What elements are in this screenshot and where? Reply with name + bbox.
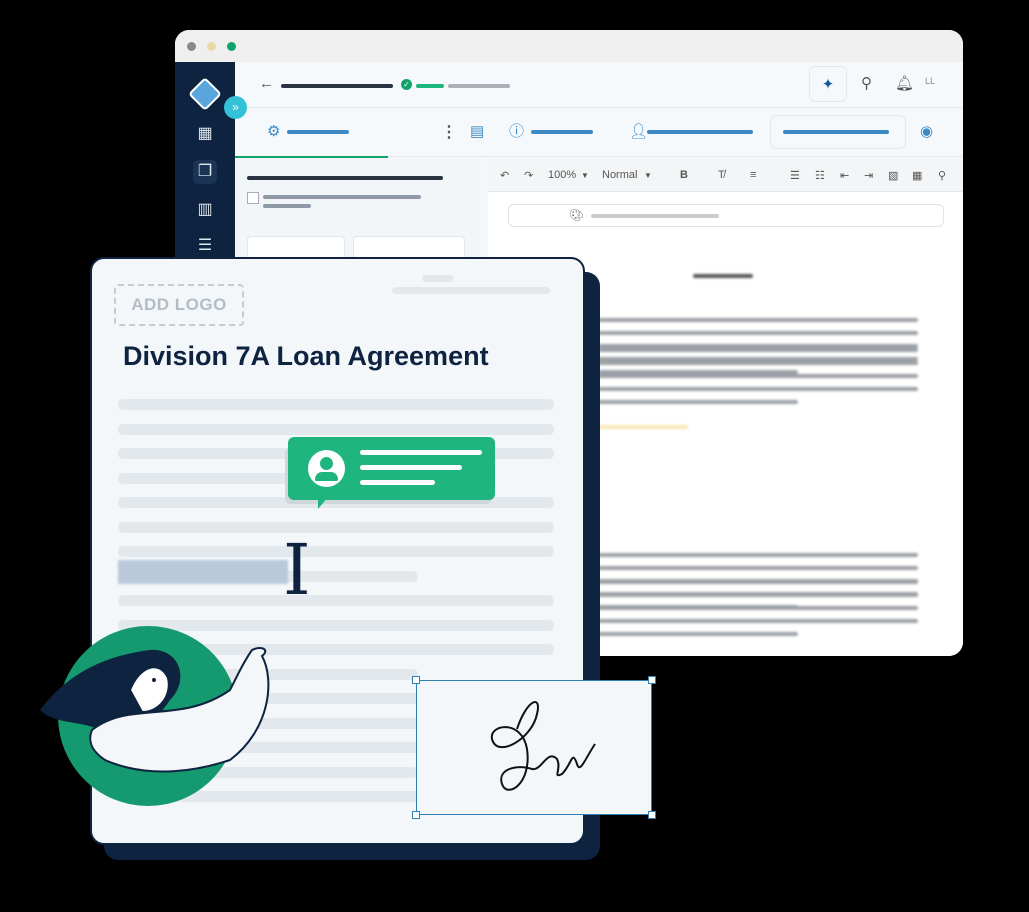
dashboard-icon[interactable]: ▦ — [193, 122, 217, 146]
item-label — [263, 195, 421, 199]
add-logo-placeholder[interactable]: ADD LOGO — [114, 284, 244, 326]
document-name — [281, 84, 393, 88]
documents-icon[interactable]: ❐ — [193, 160, 217, 184]
settings-tab[interactable] — [287, 130, 349, 134]
user-tab[interactable] — [647, 130, 753, 134]
item-sub — [263, 204, 311, 208]
blurred-text — [598, 606, 918, 610]
blurred-text — [598, 632, 798, 636]
text-selection-highlight — [118, 560, 288, 584]
panel-heading — [247, 176, 443, 180]
resize-handle[interactable] — [412, 676, 420, 684]
blurred-text — [598, 425, 688, 429]
document-title: Division 7A Loan Agreement — [123, 341, 489, 371]
blurred-text — [598, 361, 918, 365]
help-tab[interactable] — [531, 130, 593, 134]
title-bar — [175, 30, 963, 62]
resize-handle[interactable] — [648, 676, 656, 684]
ai-sparkle-button[interactable]: ✦ — [809, 66, 847, 102]
maximize-control[interactable] — [227, 42, 236, 51]
app-logo-icon — [188, 77, 222, 111]
checkbox[interactable] — [247, 192, 259, 204]
header-line — [392, 287, 550, 294]
resize-handle[interactable] — [412, 811, 420, 819]
document-toolbar: ⚙ ⋮ ▤ ⓘ 👤︎ ◉ — [235, 108, 963, 157]
header-line — [422, 275, 454, 282]
blurred-text — [598, 619, 918, 623]
signature-drawing — [490, 701, 596, 791]
user-icon[interactable]: 👤︎ — [629, 123, 648, 141]
blurred-text — [598, 331, 918, 335]
blurred-text — [598, 593, 918, 597]
blurred-text — [598, 348, 918, 352]
placeholder-text-line — [118, 423, 554, 435]
blurred-text — [598, 580, 918, 584]
blurred-text — [598, 318, 918, 322]
placeholder-text-line — [118, 521, 554, 533]
blurred-text — [598, 387, 918, 391]
search-icon[interactable]: ⚲ — [861, 74, 872, 92]
preview-icon[interactable]: ◉ — [920, 123, 933, 141]
blurred-text — [693, 274, 753, 278]
checklist-icon[interactable]: ☰ — [193, 234, 217, 258]
blurred-text — [598, 553, 918, 557]
expand-sidebar-button[interactable]: » — [224, 96, 247, 119]
status-bar — [416, 84, 444, 88]
pointing-woman-illustration — [40, 626, 270, 806]
text-cursor-icon: I — [283, 529, 311, 611]
building-icon[interactable]: ▥ — [193, 198, 217, 222]
back-arrow-icon[interactable]: ← — [259, 75, 274, 92]
placeholder-text-line — [118, 399, 554, 410]
blurred-text — [598, 566, 918, 570]
blurred-text — [598, 374, 918, 378]
avatar[interactable]: LL — [925, 76, 935, 86]
gear-icon[interactable]: ⚙ — [267, 123, 280, 141]
user-avatar-icon — [308, 450, 345, 487]
header-bar: ← ✓ ✦ ⚲ 🔔︎ LL — [235, 62, 963, 108]
comment-icon[interactable]: ▤ — [470, 123, 484, 141]
signature-box[interactable] — [412, 676, 656, 819]
close-control[interactable] — [187, 42, 196, 51]
comment-bubble[interactable] — [288, 437, 495, 509]
placeholder-text-line — [118, 595, 554, 606]
action-button[interactable] — [770, 115, 906, 149]
minimize-control[interactable] — [207, 42, 216, 51]
placeholder-text-line — [118, 546, 554, 557]
help-icon[interactable]: ⓘ — [509, 123, 524, 141]
more-icon[interactable]: ⋮ — [441, 122, 457, 142]
status-text — [448, 84, 510, 88]
blurred-text — [598, 400, 798, 404]
resize-handle[interactable] — [648, 811, 656, 819]
bell-icon[interactable]: 🔔︎ — [895, 74, 914, 92]
check-icon: ✓ — [401, 79, 412, 90]
